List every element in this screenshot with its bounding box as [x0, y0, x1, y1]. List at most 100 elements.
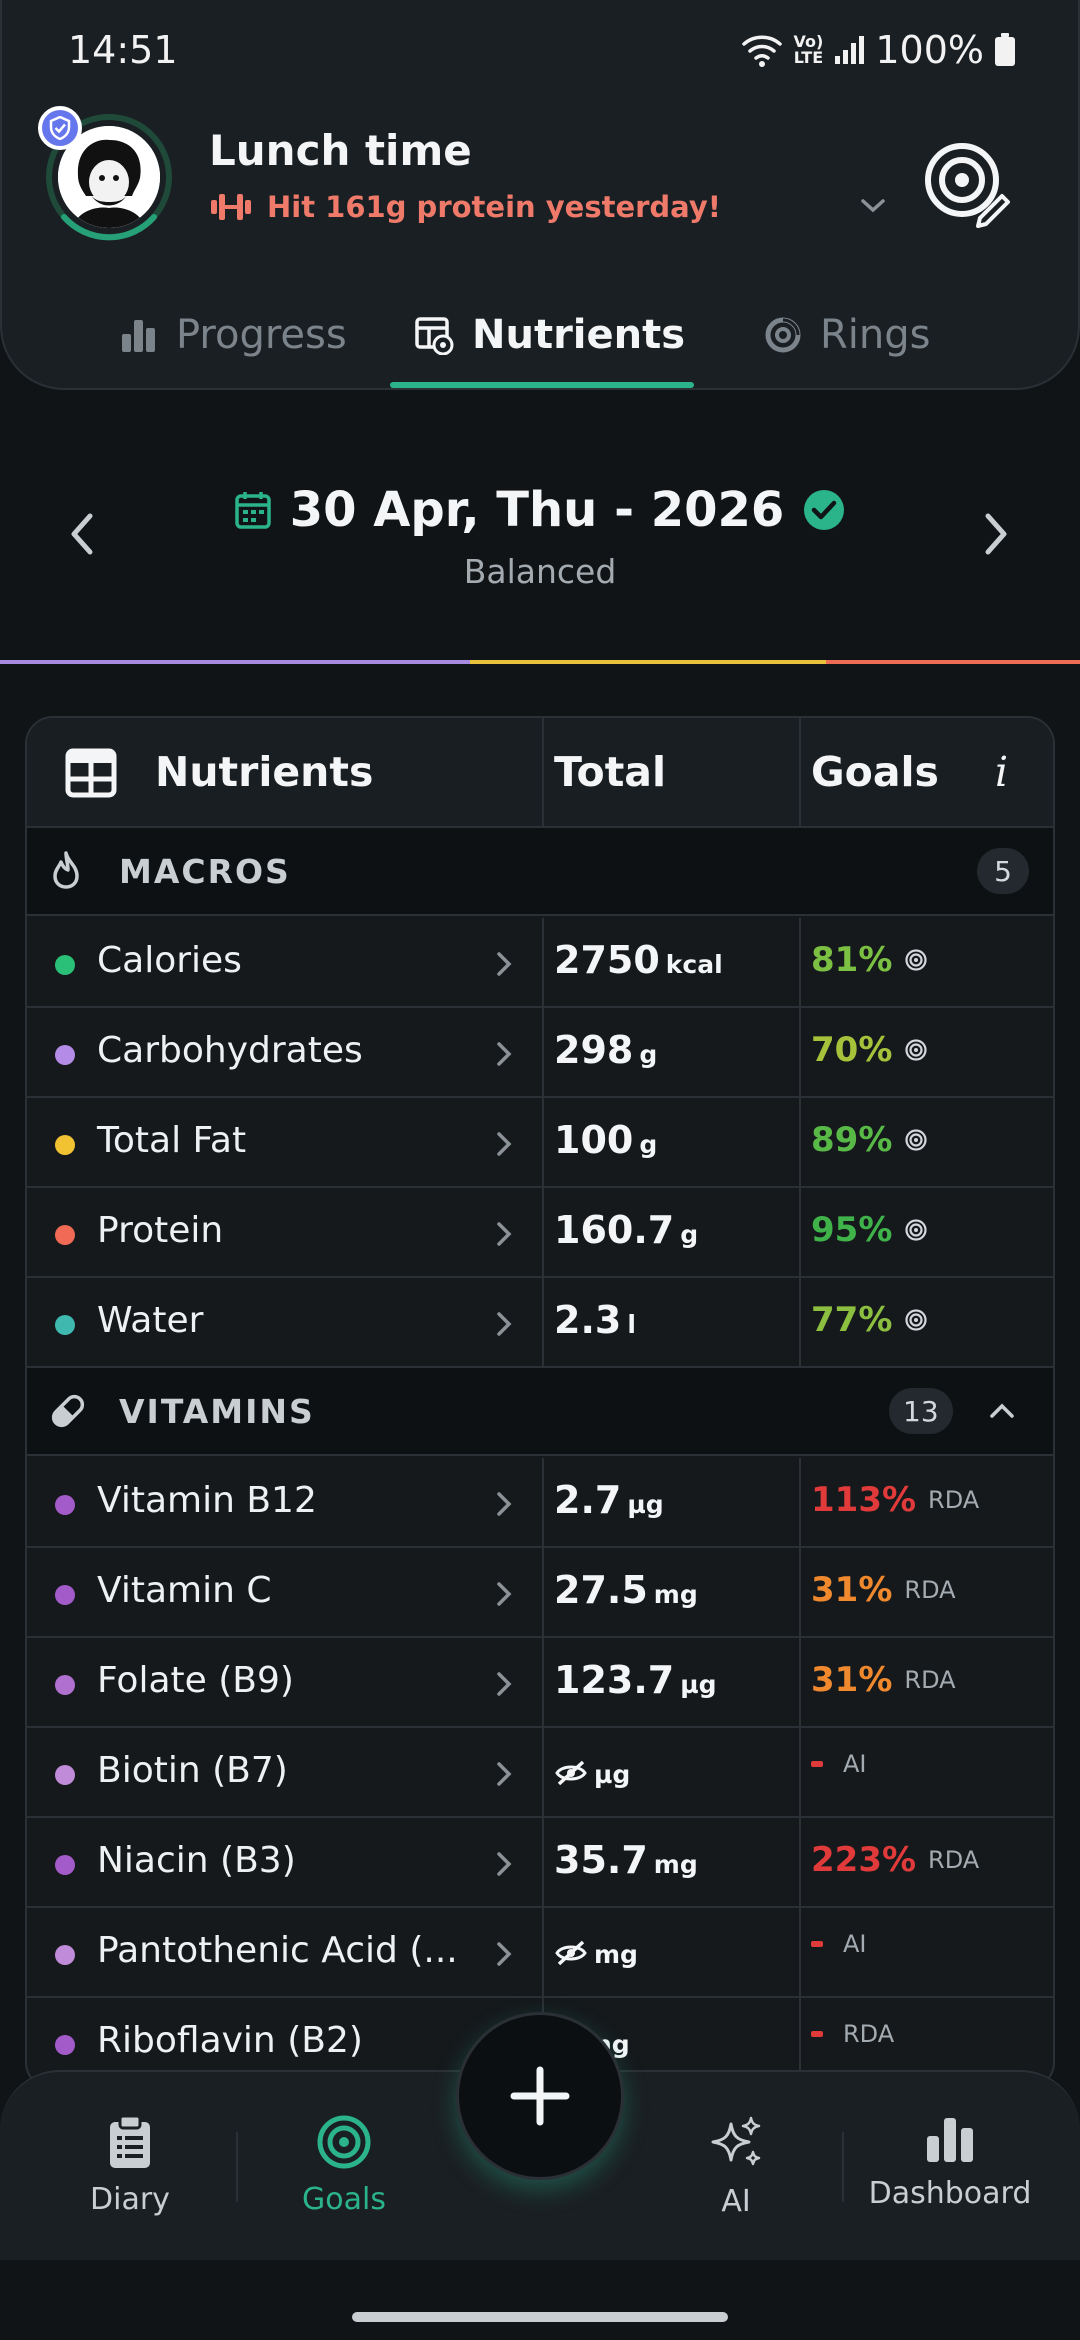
- day-status: Balanced: [463, 552, 617, 591]
- column-divider: [799, 1908, 801, 1998]
- goal-percent: 31%: [811, 1570, 893, 1610]
- column-divider: [799, 1458, 801, 1548]
- home-indicator[interactable]: [352, 2312, 728, 2322]
- nutrient-name: Biotin (B7): [97, 1750, 288, 1791]
- nutrient-name: Total Fat: [97, 1120, 247, 1161]
- chevron-right-icon: [497, 952, 512, 976]
- column-divider: [799, 918, 801, 1008]
- column-divider: [542, 1818, 544, 1908]
- nutrient-row[interactable]: Biotin (B7) µg AI: [27, 1728, 1053, 1818]
- nav-dashboard[interactable]: Dashboard: [850, 2114, 1050, 2211]
- tab-rings[interactable]: Rings: [764, 300, 931, 370]
- nutrient-row[interactable]: Water 2.3 l 77%: [27, 1278, 1053, 1368]
- nutrient-row[interactable]: Niacin (B3) 35.7 mg 223% RDA: [27, 1818, 1053, 1908]
- nutrient-name: Calories: [97, 940, 242, 981]
- column-divider: [542, 1728, 544, 1818]
- nutrient-row[interactable]: Folate (B9) 123.7 µg 31% RDA: [27, 1638, 1053, 1728]
- nutrient-color-dot: [55, 1495, 75, 1515]
- goal-percent: 113%: [811, 1480, 917, 1520]
- add-entry-button[interactable]: [456, 2012, 624, 2180]
- row-value: 2.7: [554, 1478, 622, 1522]
- nutrient-color-dot: [55, 1135, 75, 1155]
- signal-icon: [835, 36, 865, 64]
- column-divider: [799, 1188, 801, 1278]
- goal-percent: 89%: [811, 1120, 893, 1160]
- date-selector[interactable]: 30 Apr, Thu - 2026: [0, 482, 1080, 538]
- section-vitamins[interactable]: VITAMINS 13: [27, 1368, 1053, 1456]
- goal-type: RDA: [904, 1666, 956, 1694]
- nutrient-total: 160.7 g: [554, 1208, 698, 1252]
- nutrient-color-dot: [55, 1945, 75, 1965]
- active-tab-indicator: [390, 382, 694, 388]
- chevron-right-icon: [497, 1852, 512, 1876]
- row-unit: mg: [653, 1850, 698, 1879]
- section-macros[interactable]: MACROS 5: [27, 828, 1053, 916]
- nutrient-row[interactable]: Pantothenic Acid (... mg AI: [27, 1908, 1053, 1998]
- goal-edit-icon[interactable]: [922, 140, 1012, 230]
- chevron-right-icon[interactable]: [982, 510, 1012, 558]
- nutrient-row[interactable]: Total Fat 100 g 89%: [27, 1098, 1053, 1188]
- nutrient-color-dot: [55, 955, 75, 975]
- nutrient-total: 35.7 mg: [554, 1838, 698, 1882]
- nutrient-goal: 95%: [811, 1210, 928, 1250]
- chevron-right-icon: [497, 1942, 512, 1966]
- nutrient-color-dot: [55, 1585, 75, 1605]
- section-macros-label: MACROS: [119, 852, 291, 891]
- page-title: Lunch time: [209, 126, 472, 175]
- tab-progress-label: Progress: [176, 312, 347, 358]
- nutrient-goal: 223% RDA: [811, 1840, 979, 1880]
- check-circle-icon: [804, 490, 845, 530]
- nutrient-row[interactable]: Vitamin C 27.5 mg 31% RDA: [27, 1548, 1053, 1638]
- tab-progress[interactable]: Progress: [120, 300, 347, 370]
- nutrient-total: 2.7 µg: [554, 1478, 664, 1522]
- nutrient-goal: 77%: [811, 1300, 928, 1340]
- goal-type: RDA: [928, 1846, 980, 1874]
- nutrient-total: 100 g: [554, 1118, 657, 1162]
- goal-percent: 95%: [811, 1210, 893, 1250]
- tab-nutrients[interactable]: Nutrients: [414, 300, 685, 370]
- flame-icon: [53, 851, 79, 889]
- nutrient-color-dot: [55, 1315, 75, 1335]
- column-divider: [799, 1638, 801, 1728]
- nutrient-color-dot: [55, 1855, 75, 1875]
- plus-icon: [510, 2066, 570, 2126]
- nutrient-name: Protein: [97, 1210, 224, 1251]
- nutrient-row[interactable]: Vitamin B12 2.7 µg 113% RDA: [27, 1458, 1053, 1548]
- nutrient-row[interactable]: Calories 2750 kcal 81%: [27, 918, 1053, 1008]
- nutrient-color-dot: [55, 1225, 75, 1245]
- row-unit: g: [639, 1130, 658, 1159]
- battery-percent: 100%: [875, 28, 984, 72]
- target-icon: [905, 1219, 927, 1241]
- row-value: 298: [554, 1028, 634, 1072]
- nav-goals[interactable]: Goals: [244, 2114, 444, 2217]
- column-divider: [542, 1548, 544, 1638]
- header-total: Total: [554, 748, 667, 796]
- pill-icon: [51, 1394, 85, 1428]
- nav-diary[interactable]: Diary: [30, 2114, 230, 2217]
- profile-avatar[interactable]: [38, 106, 174, 242]
- calendar-icon: [234, 492, 271, 529]
- info-icon[interactable]: i: [995, 748, 1008, 796]
- row-unit: kcal: [665, 950, 723, 979]
- wifi-icon: [741, 35, 782, 67]
- column-divider: [542, 1278, 544, 1368]
- nutrient-name: Vitamin C: [97, 1570, 272, 1611]
- target-icon: [905, 1129, 927, 1151]
- streak-message[interactable]: Hit 161g protein yesterday!: [209, 190, 721, 224]
- nav-ai[interactable]: AI: [636, 2114, 836, 2219]
- macro-bar-carbs: [0, 660, 470, 664]
- nutrient-color-dot: [55, 2035, 75, 2055]
- chevron-up-icon[interactable]: [987, 1398, 1017, 1422]
- bar-chart-icon: [927, 2118, 973, 2162]
- table-header: Nutrients Total Goals i: [27, 718, 1053, 828]
- nav-dashboard-label: Dashboard: [868, 2176, 1032, 2211]
- column-divider: [799, 718, 801, 828]
- chevron-right-icon: [497, 1762, 512, 1786]
- clipboard-icon: [110, 2114, 150, 2168]
- target-icon: [317, 2115, 371, 2169]
- nutrient-row[interactable]: Protein 160.7 g 95%: [27, 1188, 1053, 1278]
- nutrient-row[interactable]: Carbohydrates 298 g 70%: [27, 1008, 1053, 1098]
- chevron-right-icon: [497, 1492, 512, 1516]
- tab-nutrients-label: Nutrients: [472, 312, 686, 358]
- chevron-down-icon[interactable]: [858, 196, 888, 216]
